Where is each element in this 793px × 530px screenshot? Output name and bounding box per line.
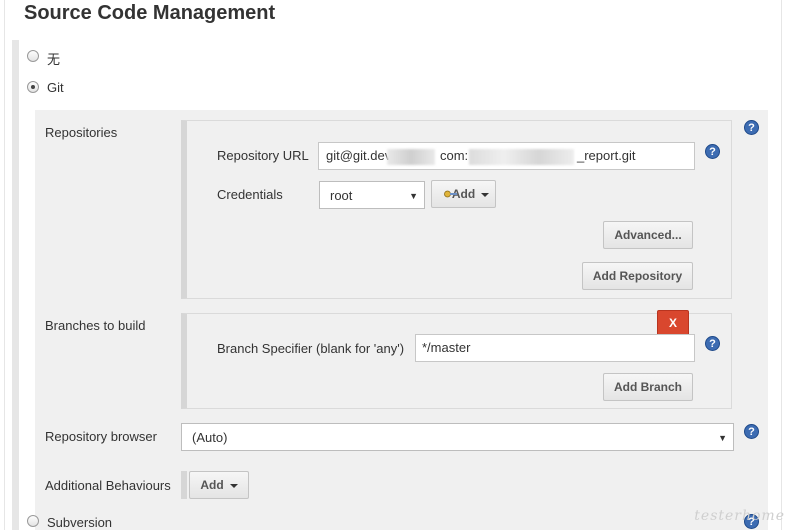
scm-git-label[interactable]: Git bbox=[47, 80, 64, 95]
branch-specifier-label: Branch Specifier (blank for 'any') bbox=[217, 341, 405, 356]
add-branch-button[interactable]: Add Branch bbox=[603, 373, 693, 401]
scm-none-label[interactable]: 无 bbox=[47, 49, 60, 68]
repository-url-label: Repository URL bbox=[217, 148, 309, 163]
credentials-select[interactable]: root ▼ bbox=[319, 181, 425, 209]
branch-specifier-help-icon[interactable]: ? bbox=[705, 336, 720, 351]
add-behaviour-button[interactable]: Add bbox=[189, 471, 249, 499]
chevron-down-icon bbox=[481, 192, 490, 197]
section-indent-bar bbox=[12, 40, 19, 530]
repository-url-input[interactable]: git@git.dev com: _report.git bbox=[318, 142, 695, 170]
scm-git-radio[interactable] bbox=[27, 81, 39, 93]
redacted-segment bbox=[387, 149, 435, 165]
branch-specifier-input[interactable]: */master bbox=[415, 334, 695, 362]
repository-browser-help-icon[interactable]: ? bbox=[744, 424, 759, 439]
scm-subversion-label[interactable]: Subversion bbox=[47, 515, 112, 530]
add-credentials-button[interactable]: Add bbox=[431, 180, 496, 208]
advanced-button[interactable]: Advanced... bbox=[603, 221, 693, 249]
repository-url-suffix: _report.git bbox=[577, 148, 636, 163]
key-icon bbox=[444, 190, 457, 198]
scm-subversion-radio[interactable] bbox=[27, 515, 39, 527]
repository-url-mid: com: bbox=[440, 148, 469, 163]
repositories-help-icon[interactable]: ? bbox=[744, 120, 759, 135]
dropdown-arrow-icon: ▼ bbox=[409, 191, 418, 201]
watermark: testerhome bbox=[694, 508, 785, 524]
credentials-label: Credentials bbox=[217, 187, 283, 202]
dropdown-arrow-icon: ▼ bbox=[718, 433, 727, 443]
add-behaviour-label: Add bbox=[200, 478, 224, 492]
repository-url-prefix: git@git.dev bbox=[326, 148, 392, 163]
repositories-label: Repositories bbox=[45, 125, 118, 140]
credentials-value: root bbox=[330, 188, 353, 203]
chevron-down-icon bbox=[229, 483, 238, 488]
add-repository-button[interactable]: Add Repository bbox=[582, 262, 693, 290]
behaviours-indent-bar bbox=[181, 471, 187, 499]
repository-url-help-icon[interactable]: ? bbox=[705, 144, 720, 159]
additional-behaviours-label: Additional Behaviours bbox=[45, 478, 171, 493]
delete-branch-button[interactable]: X bbox=[657, 310, 689, 336]
repository-browser-select[interactable]: (Auto) ▼ bbox=[181, 423, 734, 451]
scm-none-radio[interactable] bbox=[27, 50, 39, 62]
section-title: Source Code Management bbox=[24, 2, 276, 24]
repository-browser-label: Repository browser bbox=[45, 429, 157, 444]
redacted-segment bbox=[469, 149, 574, 165]
repository-browser-value: (Auto) bbox=[192, 430, 228, 445]
branches-label: Branches to build bbox=[45, 318, 146, 333]
